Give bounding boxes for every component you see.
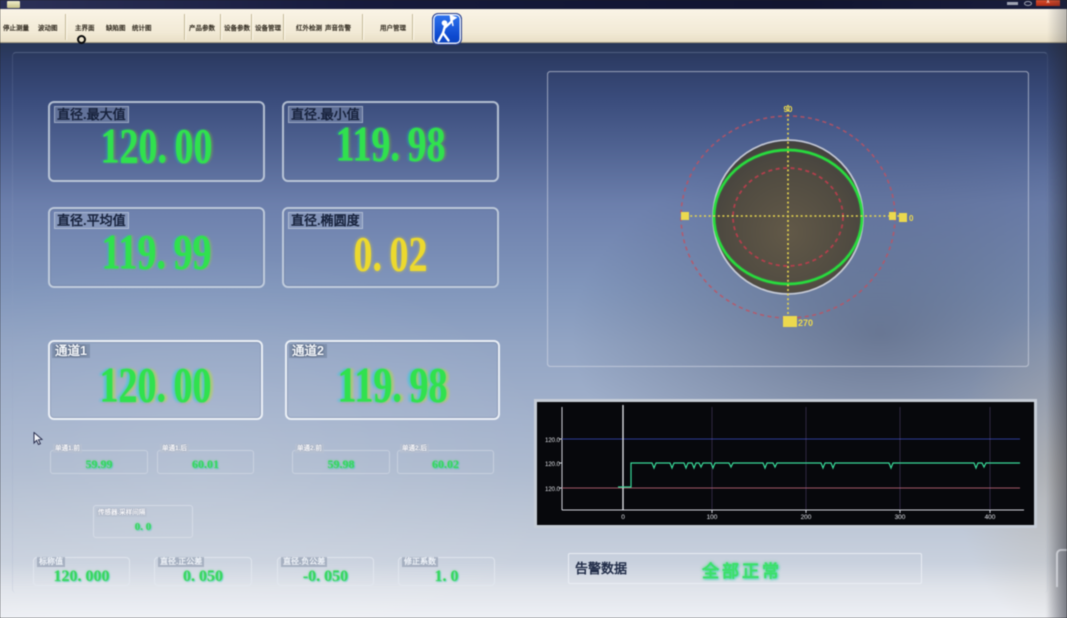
svg-text:100: 100 [707, 514, 718, 521]
svg-text:120.0: 120.0 [545, 487, 561, 493]
svg-text:270: 270 [798, 318, 813, 328]
svg-text:90: 90 [784, 105, 793, 114]
svg-text:120.0: 120.0 [545, 462, 561, 468]
svg-text:400: 400 [985, 514, 996, 521]
svg-text:120.0: 120.0 [545, 438, 561, 444]
svg-text:0: 0 [621, 514, 625, 521]
svg-text:0: 0 [909, 214, 914, 223]
svg-text:300: 300 [895, 514, 906, 521]
svg-text:200: 200 [801, 514, 812, 521]
